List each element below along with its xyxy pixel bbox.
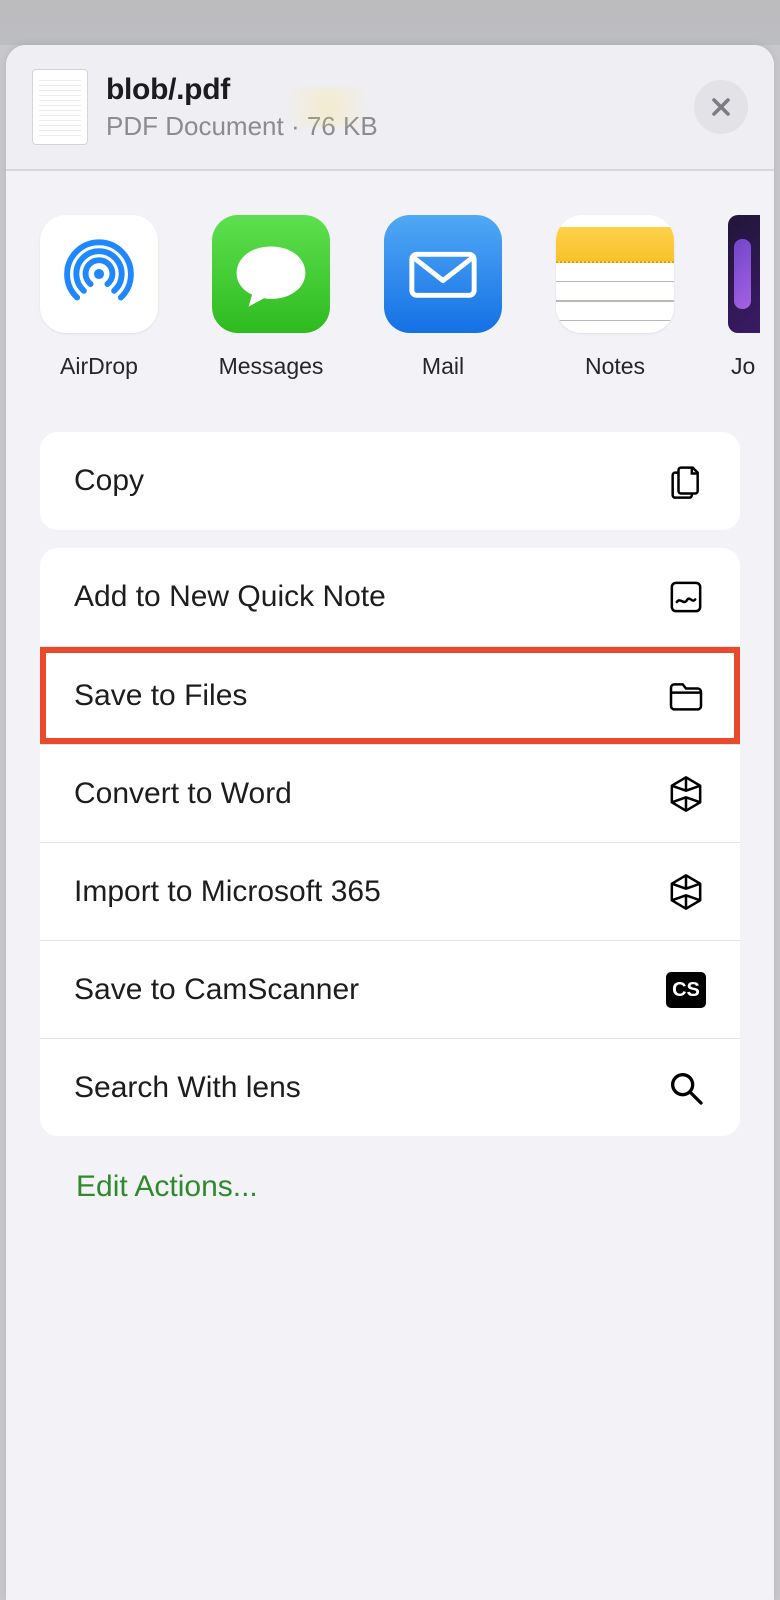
- app-label: Mail: [384, 353, 502, 380]
- action-import-microsoft-365[interactable]: Import to Microsoft 365: [40, 842, 740, 940]
- document-info: blob/.pdf PDF Document · 76 KB: [106, 73, 694, 142]
- action-label: Save to CamScanner: [74, 973, 359, 1007]
- app-label: AirDrop: [40, 353, 158, 380]
- messages-icon: [212, 215, 330, 333]
- copy-icon: [666, 461, 706, 501]
- action-label: Save to Files: [74, 679, 247, 713]
- action-group-copy: Copy: [40, 432, 740, 530]
- edit-actions-link[interactable]: Edit Actions...: [76, 1170, 258, 1204]
- action-label: Import to Microsoft 365: [74, 875, 381, 909]
- share-app-journal[interactable]: Jo: [728, 215, 758, 380]
- share-app-messages[interactable]: Messages: [212, 215, 330, 380]
- action-save-camscanner[interactable]: Save to CamScanner CS: [40, 940, 740, 1038]
- action-label: Search With lens: [74, 1071, 301, 1105]
- journal-icon: [728, 215, 760, 333]
- close-icon: [709, 95, 733, 119]
- close-button[interactable]: [694, 80, 748, 134]
- quick-note-icon: [666, 577, 706, 617]
- document-subtitle: PDF Document · 76 KB: [106, 111, 694, 142]
- action-add-quick-note[interactable]: Add to New Quick Note: [40, 548, 740, 646]
- action-save-to-files[interactable]: Save to Files: [40, 646, 740, 744]
- action-search-with-lens[interactable]: Search With lens: [40, 1038, 740, 1136]
- camscanner-icon: CS: [666, 970, 706, 1010]
- action-label: Add to New Quick Note: [74, 580, 386, 614]
- app-label: Notes: [556, 353, 674, 380]
- action-group-main: Add to New Quick Note Save to Files Conv…: [40, 548, 740, 1136]
- search-icon: [666, 1068, 706, 1108]
- document-title: blob/.pdf: [106, 73, 694, 107]
- share-sheet: blob/.pdf PDF Document · 76 KB: [6, 45, 774, 1600]
- notes-icon: [556, 215, 674, 333]
- mail-icon: [384, 215, 502, 333]
- ms365-icon: [666, 774, 706, 814]
- action-convert-to-word[interactable]: Convert to Word: [40, 744, 740, 842]
- app-label: Jo: [728, 353, 758, 380]
- share-header: blob/.pdf PDF Document · 76 KB: [6, 45, 774, 170]
- folder-icon: [666, 676, 706, 716]
- share-apps-row[interactable]: AirDrop Messages Mail: [6, 171, 774, 400]
- background-toolbar: [0, 0, 780, 45]
- action-label: Convert to Word: [74, 777, 292, 811]
- share-app-notes[interactable]: Notes: [556, 215, 674, 380]
- ms365-icon: [666, 872, 706, 912]
- airdrop-icon: [40, 215, 158, 333]
- action-label: Copy: [74, 464, 144, 498]
- share-app-mail[interactable]: Mail: [384, 215, 502, 380]
- app-label: Messages: [212, 353, 330, 380]
- document-thumbnail[interactable]: [32, 69, 88, 145]
- action-copy[interactable]: Copy: [40, 432, 740, 530]
- share-app-airdrop[interactable]: AirDrop: [40, 215, 158, 380]
